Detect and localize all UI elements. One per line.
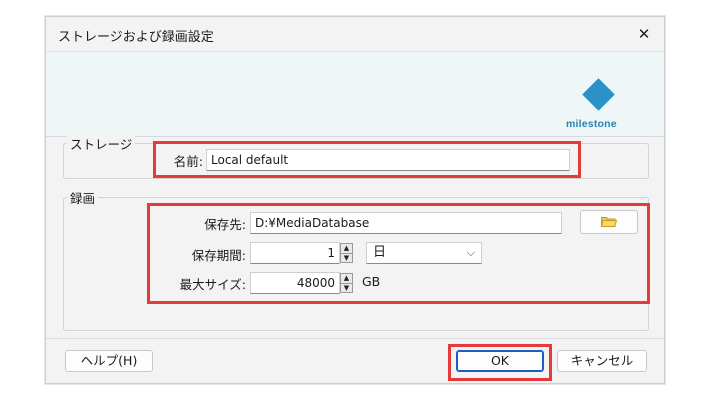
path-field[interactable]: D:¥MediaDatabase [250,212,562,234]
browse-folder-button[interactable] [580,210,638,234]
spin-up-icon[interactable]: ▲ [341,244,352,254]
spin-down-icon[interactable]: ▼ [341,254,352,263]
retention-unit-dropdown[interactable]: 日 ⌵ [366,242,482,264]
chevron-down-icon: ⌵ [466,246,475,259]
help-button[interactable]: ヘルプ(H) [65,350,153,372]
retention-unit-value: 日 [373,245,387,260]
storage-recording-dialog: ストレージおよび録画設定 ✕ milestone ストレージ 名前: Local… [45,16,665,384]
ok-button[interactable]: OK [456,350,544,372]
storage-group-label: ストレージ [67,134,136,153]
cancel-button[interactable]: キャンセル [557,350,647,372]
spin-down-icon[interactable]: ▼ [341,284,352,293]
retention-label: 保存期間: [191,248,246,263]
path-label: 保存先: [204,217,246,232]
header-banner: milestone [46,51,664,137]
name-field[interactable]: Local default [206,149,570,171]
max-size-spinner[interactable]: ▲ ▼ [340,273,353,293]
spin-up-icon[interactable]: ▲ [341,274,352,284]
name-label: 名前: [173,154,203,169]
recording-group-label: 録画 [67,188,99,207]
max-size-unit: GB [362,274,381,289]
footer-divider [46,338,664,339]
title-bar: ストレージおよび録画設定 ✕ [46,17,664,51]
milestone-logo-icon [582,78,615,111]
retention-spinner[interactable]: ▲ ▼ [340,243,353,263]
folder-icon [601,217,617,227]
window-title: ストレージおよび録画設定 [58,30,214,45]
retention-value-field[interactable]: 1 [250,242,340,264]
close-icon[interactable]: ✕ [630,21,658,47]
milestone-logo-text: milestone [566,118,617,130]
max-size-field[interactable]: 48000 [250,272,340,294]
max-size-label: 最大サイズ: [179,277,246,292]
